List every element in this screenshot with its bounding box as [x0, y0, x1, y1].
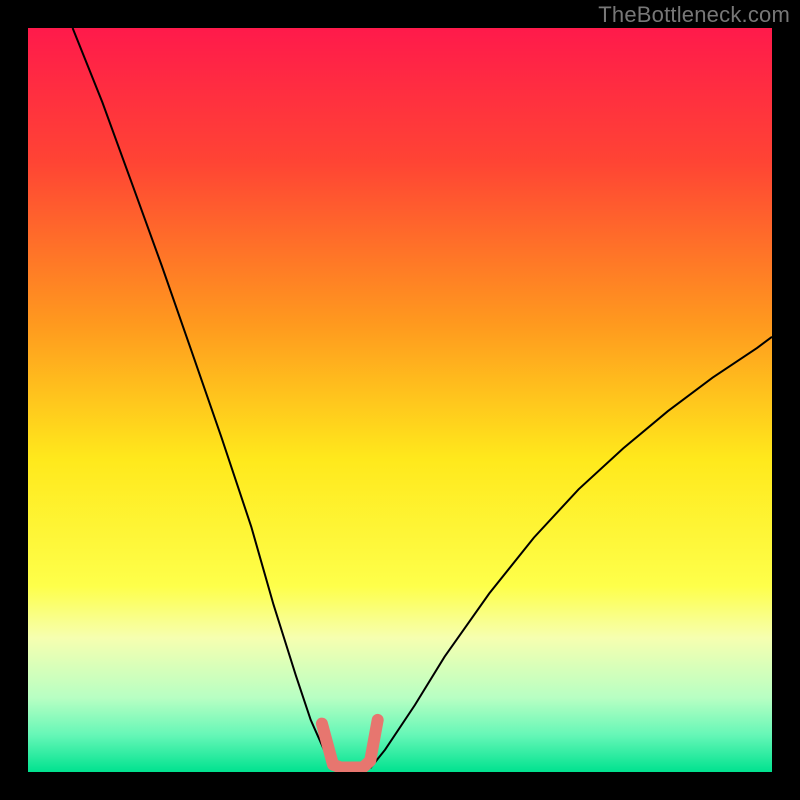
chart-root: TheBottleneck.com: [0, 0, 800, 800]
plot-background: [28, 28, 772, 772]
watermark-text: TheBottleneck.com: [598, 2, 790, 28]
bottleneck-chart: [0, 0, 800, 800]
